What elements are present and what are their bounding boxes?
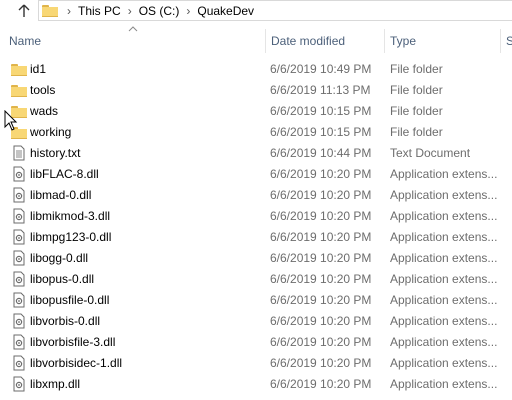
file-name: libvorbisfile-3.dll <box>30 335 116 349</box>
folder-icon <box>11 61 27 77</box>
file-name: libvorbis-0.dll <box>30 314 101 328</box>
chevron-right-icon[interactable]: › <box>128 4 132 18</box>
list-item[interactable]: libopus-0.dll 6/6/2019 10:20 PM Applicatio… <box>0 269 512 290</box>
list-item[interactable]: libvorbisfile-3.dll 6/6/2019 10:20 PM Appl… <box>0 332 512 353</box>
date-modified: 6/6/2019 10:20 PM <box>270 377 372 391</box>
file-type: Text Document <box>390 146 471 160</box>
text-file-icon <box>11 145 27 161</box>
date-modified: 6/6/2019 10:20 PM <box>270 167 372 181</box>
file-type: Application extens... <box>390 251 498 265</box>
date-modified: 6/6/2019 10:20 PM <box>270 272 372 286</box>
file-name: libopus-0.dll <box>30 272 95 286</box>
file-name: libFLAC-8.dll <box>30 167 99 181</box>
date-modified: 6/6/2019 10:49 PM <box>270 62 372 76</box>
column-header-date-modified[interactable]: Date modified <box>265 29 384 53</box>
file-name: id1 <box>30 62 47 76</box>
file-type: Application extens... <box>390 209 498 223</box>
date-modified: 6/6/2019 10:20 PM <box>270 230 372 244</box>
breadcrumb-os-c[interactable]: OS (C:) <box>139 4 180 18</box>
list-item[interactable]: libFLAC-8.dll 6/6/2019 10:20 PM Applicatio… <box>0 164 512 185</box>
file-type: File folder <box>390 83 443 97</box>
date-modified: 6/6/2019 10:20 PM <box>270 293 372 307</box>
dll-file-icon <box>11 229 27 245</box>
dll-file-icon <box>11 355 27 371</box>
dll-file-icon <box>11 166 27 182</box>
file-name: libopusfile-0.dll <box>30 293 110 307</box>
dll-file-icon <box>11 292 27 308</box>
file-type: Application extens... <box>390 167 498 181</box>
file-type: File folder <box>390 125 443 139</box>
list-item[interactable]: history.txt 6/6/2019 10:44 PM Text Documen… <box>0 143 512 164</box>
up-button[interactable] <box>14 1 34 21</box>
date-modified: 6/6/2019 10:20 PM <box>270 356 372 370</box>
file-name: libxmp.dll <box>30 377 81 391</box>
dll-file-icon <box>11 208 27 224</box>
file-type: Application extens... <box>390 272 498 286</box>
file-type: Application extens... <box>390 188 498 202</box>
file-type: File folder <box>390 62 443 76</box>
list-item[interactable]: id1 6/6/2019 10:49 PM File folder <box>0 59 512 80</box>
breadcrumb-quakedev[interactable]: QuakeDev <box>197 4 254 18</box>
date-modified: 6/6/2019 10:20 PM <box>270 251 372 265</box>
date-modified: 6/6/2019 10:20 PM <box>270 188 372 202</box>
list-item[interactable]: libvorbis-0.dll 6/6/2019 10:20 PM Applicat… <box>0 311 512 332</box>
folder-icon <box>11 82 27 98</box>
address-bar-row: › This PC › OS (C:) › QuakeDev <box>0 0 512 22</box>
file-name: libmpg123-0.dll <box>30 230 112 244</box>
file-type: Application extens... <box>390 335 498 349</box>
list-item[interactable]: libmad-0.dll 6/6/2019 10:20 PM Application… <box>0 185 512 206</box>
file-type: File folder <box>390 104 443 118</box>
file-name: libmad-0.dll <box>30 188 92 202</box>
list-item[interactable]: libmpg123-0.dll 6/6/2019 10:20 PM Applicat… <box>0 227 512 248</box>
file-type: Application extens... <box>390 230 498 244</box>
list-item[interactable]: tools 6/6/2019 11:13 PM File folder <box>0 80 512 101</box>
dll-file-icon <box>11 313 27 329</box>
dll-file-icon <box>11 187 27 203</box>
file-name: working <box>30 125 72 139</box>
date-modified: 6/6/2019 10:20 PM <box>270 314 372 328</box>
dll-file-icon <box>11 250 27 266</box>
file-name: wads <box>30 104 59 118</box>
list-item[interactable]: libopusfile-0.dll 6/6/2019 10:20 PM Applic… <box>0 290 512 311</box>
date-modified: 6/6/2019 11:13 PM <box>270 83 371 97</box>
file-type: Application extens... <box>390 314 498 328</box>
file-name: libogg-0.dll <box>30 251 89 265</box>
list-item[interactable]: libxmp.dll 6/6/2019 10:20 PM Application e… <box>0 374 512 395</box>
date-modified: 6/6/2019 10:20 PM <box>270 335 372 349</box>
list-item[interactable]: libogg-0.dll 6/6/2019 10:20 PM Application… <box>0 248 512 269</box>
address-bar[interactable]: › This PC › OS (C:) › QuakeDev <box>38 0 512 21</box>
file-name: history.txt <box>30 146 81 160</box>
up-arrow-icon <box>18 4 30 17</box>
dll-file-icon <box>11 376 27 392</box>
file-name: tools <box>30 83 56 97</box>
file-type: Application extens... <box>390 377 498 391</box>
date-modified: 6/6/2019 10:15 PM <box>270 104 372 118</box>
column-header-size[interactable]: S <box>500 29 512 53</box>
file-type: Application extens... <box>390 356 498 370</box>
dll-file-icon <box>11 334 27 350</box>
column-header-type[interactable]: Type <box>384 29 500 53</box>
folder-icon <box>42 4 60 18</box>
file-name: libmikmod-3.dll <box>30 209 111 223</box>
dll-file-icon <box>11 271 27 287</box>
file-type: Application extens... <box>390 293 498 307</box>
chevron-right-icon[interactable]: › <box>67 4 71 18</box>
date-modified: 6/6/2019 10:15 PM <box>270 125 372 139</box>
chevron-right-icon[interactable]: › <box>186 4 190 18</box>
column-header-name[interactable]: Name <box>0 29 265 53</box>
list-item[interactable]: working 6/6/2019 10:15 PM File folder <box>0 122 512 143</box>
date-modified: 6/6/2019 10:20 PM <box>270 209 372 223</box>
mouse-cursor-icon <box>4 110 18 131</box>
list-item[interactable]: wads 6/6/2019 10:15 PM File folder <box>0 101 512 122</box>
date-modified: 6/6/2019 10:44 PM <box>270 146 372 160</box>
breadcrumb-this-pc[interactable]: This PC <box>78 4 121 18</box>
list-item[interactable]: libmikmod-3.dll 6/6/2019 10:20 PM Applicat… <box>0 206 512 227</box>
list-item[interactable]: libvorbisidec-1.dll 6/6/2019 10:20 PM Appl… <box>0 353 512 374</box>
file-name: libvorbisidec-1.dll <box>30 356 123 370</box>
